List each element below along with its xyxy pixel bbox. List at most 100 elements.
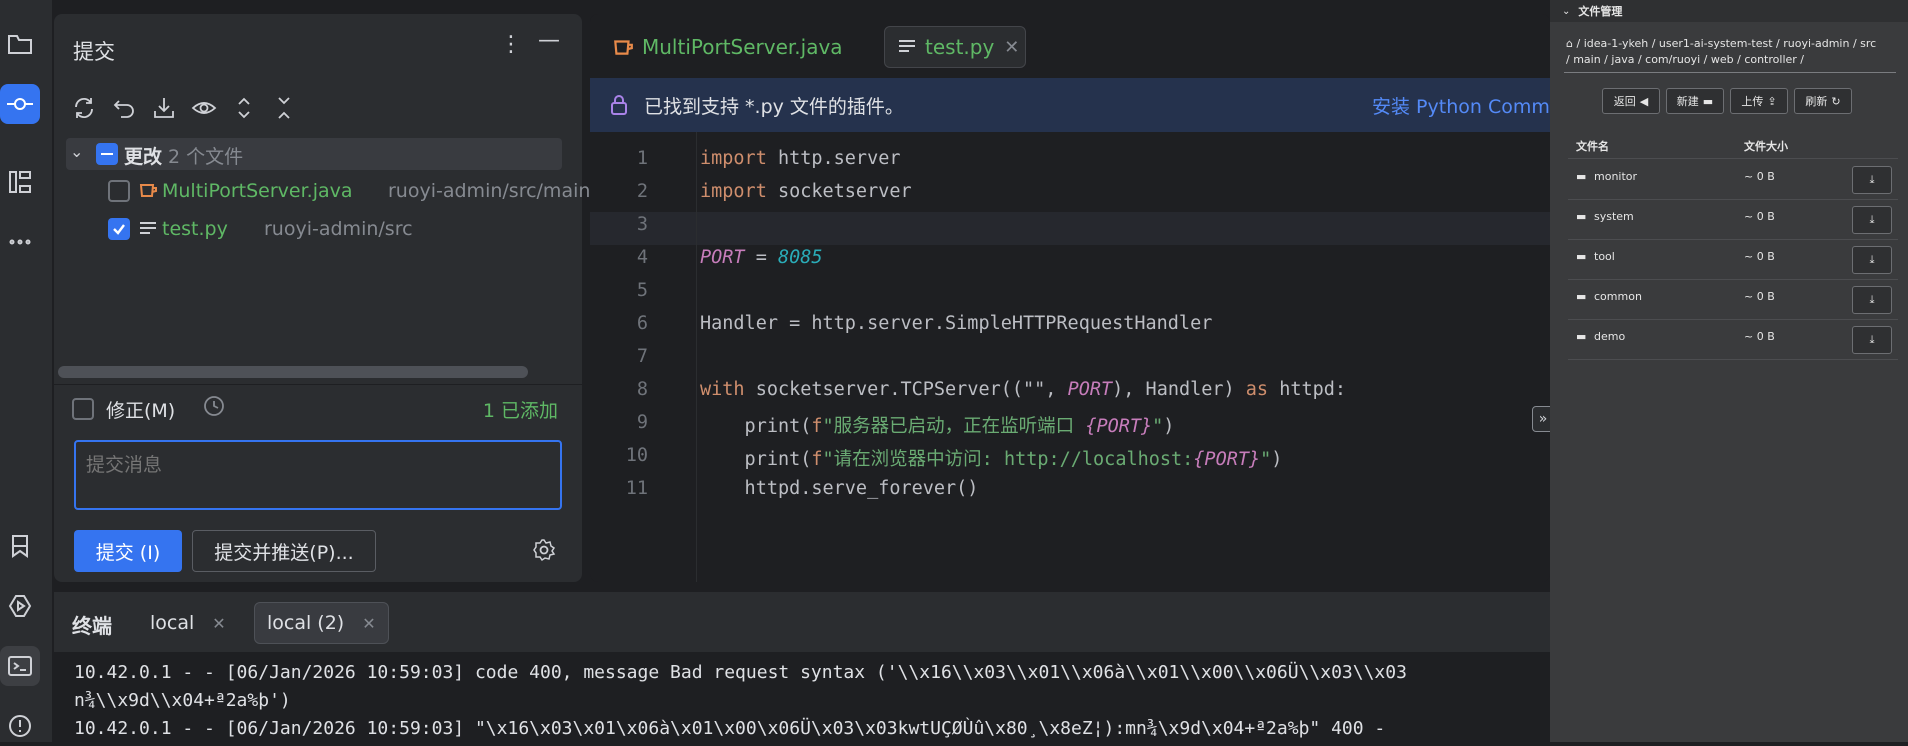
close-icon[interactable]: ✕	[212, 614, 225, 633]
breadcrumb-item[interactable]: ruoyi-admin	[1783, 37, 1849, 50]
terminal-tab-local[interactable]: local ✕	[138, 602, 238, 644]
line-number: 3	[636, 214, 648, 235]
folder-name[interactable]: monitor	[1594, 170, 1637, 183]
file-name: test.py	[162, 218, 228, 240]
breadcrumb-item[interactable]: idea-1-ykeh	[1584, 37, 1649, 50]
file-manager-header[interactable]: ⌄ 文件管理	[1550, 0, 1908, 22]
code-line: import http.server	[700, 148, 901, 169]
terminal-output[interactable]: 10.42.0.1 - - [06/Jan/2026 10:59:03] cod…	[54, 652, 1550, 742]
file-checkbox[interactable]	[108, 180, 130, 202]
new-folder-button[interactable]: 新建 ▬	[1666, 88, 1724, 114]
changes-group-checkbox[interactable]	[96, 143, 118, 165]
collapse-all-icon[interactable]	[268, 92, 300, 124]
amend-checkbox[interactable]	[72, 398, 94, 420]
lock-icon	[610, 94, 628, 116]
terminal-line: 10.42.0.1 - - [06/Jan/2026 10:59:03] "\x…	[74, 718, 1386, 739]
settings-gear-icon[interactable]	[532, 538, 556, 566]
minimize-icon[interactable]: —	[538, 28, 560, 53]
chevron-down-icon[interactable]: ⌄	[70, 142, 83, 161]
rollback-icon[interactable]	[108, 92, 140, 124]
structure-icon[interactable]	[0, 162, 40, 202]
shelve-download-icon[interactable]	[148, 92, 180, 124]
download-icon: ⤓	[1869, 213, 1875, 226]
download-button[interactable]: ⤓	[1852, 286, 1892, 314]
file-name: MultiPortServer.java	[162, 180, 353, 202]
download-button[interactable]: ⤓	[1852, 166, 1892, 194]
options-kebab-icon[interactable]: ⋮	[500, 32, 522, 57]
download-button[interactable]: ⤓	[1852, 246, 1892, 274]
home-icon[interactable]: ⌂	[1566, 37, 1573, 50]
terminal-line: 10.42.0.1 - - [06/Jan/2026 10:59:03] cod…	[74, 662, 1407, 683]
more-icon[interactable]	[0, 222, 40, 262]
download-icon: ⤓	[1869, 333, 1875, 346]
changes-group-row[interactable]: ⌄ 更改 2 个文件	[66, 138, 562, 170]
code-line: Handler = http.server.SimpleHTTPRequestH…	[700, 313, 1213, 334]
refresh-icon[interactable]	[68, 92, 100, 124]
download-icon: ⤓	[1869, 293, 1875, 306]
commit-message-input[interactable]	[74, 440, 562, 510]
file-row[interactable]: MultiPortServer.java ruoyi-admin/src/mai…	[54, 176, 590, 206]
breadcrumb-item[interactable]: user1-ai-system-test	[1659, 37, 1773, 50]
line-number: 2	[636, 181, 648, 202]
history-clock-icon[interactable]	[202, 394, 226, 422]
download-button[interactable]: ⤓	[1852, 326, 1892, 354]
close-icon[interactable]: ✕	[362, 614, 375, 633]
download-icon: ⤓	[1869, 173, 1875, 186]
download-button[interactable]: ⤓	[1852, 206, 1892, 234]
chevron-down-icon[interactable]: ⌄	[1562, 6, 1570, 17]
folder-name[interactable]: system	[1594, 210, 1634, 223]
file-checkbox[interactable]	[108, 218, 130, 240]
commit-icon[interactable]	[0, 84, 40, 124]
terminal-line: n¾\\x9d\\x04+ª2a%þ')	[74, 690, 291, 711]
line-number: 10	[625, 445, 648, 466]
folder-name[interactable]: common	[1594, 290, 1642, 303]
tab-test-py[interactable]: test.py ✕	[884, 26, 1026, 68]
folder-name[interactable]: demo	[1594, 330, 1625, 343]
tab-label: test.py	[925, 35, 995, 59]
table-row[interactable]: ▬ tool ~ 0 B ⤓	[1568, 240, 1898, 280]
download-icon: ⤓	[1869, 253, 1875, 266]
plugin-notice-banner: 已找到支持 *.py 文件的插件。 安装 Python Comm	[590, 78, 1550, 132]
file-row[interactable]: test.py ruoyi-admin/src	[54, 214, 582, 244]
back-button[interactable]: 返回 ◀	[1602, 88, 1660, 114]
folder-icon: ▬	[1702, 94, 1714, 108]
expand-all-icon[interactable]	[228, 92, 260, 124]
folder-name[interactable]: tool	[1594, 250, 1615, 263]
line-number: 1	[636, 148, 648, 169]
breadcrumb-item[interactable]: src	[1860, 37, 1876, 50]
folder-icon: ▬	[1576, 290, 1587, 303]
changes-label: 更改	[124, 146, 163, 168]
notice-text: 已找到支持 *.py 文件的插件。	[644, 95, 904, 118]
bookmark-icon[interactable]	[0, 526, 40, 566]
table-row[interactable]: ▬ common ~ 0 B ⤓	[1568, 280, 1898, 320]
project-folder-icon[interactable]	[0, 24, 40, 64]
text-file-icon	[897, 38, 917, 56]
commit-and-push-button[interactable]: 提交并推送(P)...	[192, 530, 376, 572]
install-plugin-link[interactable]: 安装 Python Comm	[1372, 92, 1550, 119]
breadcrumb-item[interactable]: com/ruoyi	[1645, 53, 1700, 66]
table-row[interactable]: ▬ system ~ 0 B ⤓	[1568, 200, 1898, 240]
changes-count: 2 个文件	[168, 146, 244, 168]
close-icon[interactable]: ✕	[1004, 37, 1019, 58]
table-row[interactable]: ▬ demo ~ 0 B ⤓	[1568, 320, 1898, 360]
breadcrumb-item[interactable]: java	[1611, 53, 1634, 66]
tab-multiportserver-java[interactable]: MultiPortServer.java	[600, 26, 855, 68]
line-number: 11	[625, 478, 648, 499]
terminal-tab-local-2[interactable]: local (2) ✕	[254, 602, 389, 644]
expand-panel-icon[interactable]: »	[1532, 406, 1550, 432]
arrow-left-icon: ◀	[1639, 94, 1649, 108]
code-area[interactable]: 1 2 3 4 5 6 7 8 9 10 11 import http.serv…	[590, 132, 1550, 582]
terminal-icon[interactable]	[0, 646, 40, 686]
problems-icon[interactable]	[0, 706, 40, 746]
run-services-icon[interactable]	[0, 586, 40, 626]
refresh-button[interactable]: 刷新 ↻	[1794, 88, 1852, 114]
editor-pane: MultiPortServer.java test.py ✕ 已找到支持 *.p…	[590, 14, 1550, 582]
breadcrumb-item[interactable]: controller	[1744, 53, 1796, 66]
horizontal-scrollbar[interactable]	[58, 366, 528, 378]
table-row[interactable]: ▬ monitor ~ 0 B ⤓	[1568, 160, 1898, 200]
breadcrumb-item[interactable]: main	[1573, 53, 1600, 66]
breadcrumb-item[interactable]: web	[1711, 53, 1734, 66]
show-diff-eye-icon[interactable]	[188, 92, 220, 124]
upload-button[interactable]: 上传 ⇪	[1730, 88, 1788, 114]
commit-button[interactable]: 提交 (I)	[74, 530, 182, 572]
